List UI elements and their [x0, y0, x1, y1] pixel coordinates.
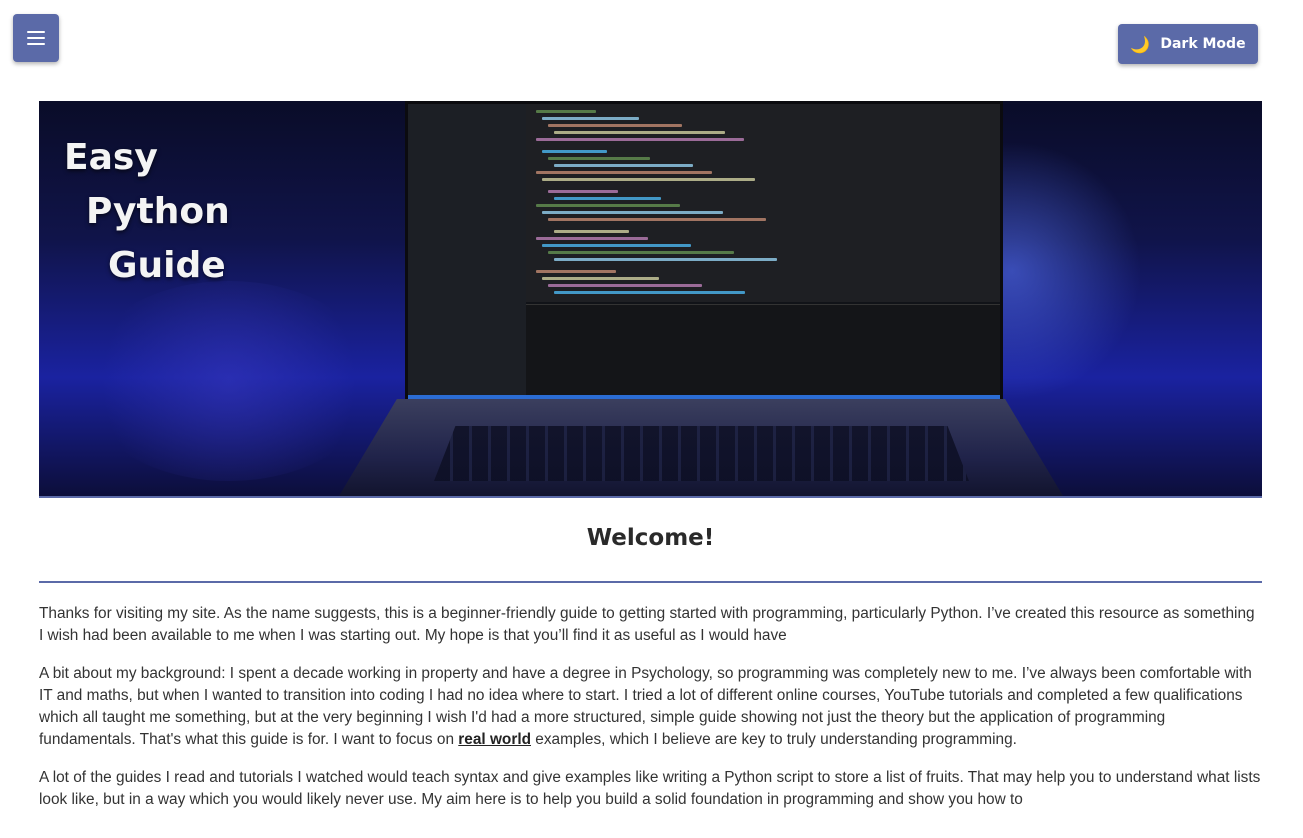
- laptop-keyboard-image: [434, 426, 969, 481]
- dark-mode-button[interactable]: 🌙 Dark Mode: [1118, 24, 1258, 64]
- code-line-decoration: [536, 110, 596, 113]
- hamburger-menu-icon: [27, 30, 45, 46]
- code-line-decoration: [536, 270, 616, 273]
- dark-mode-label: Dark Mode: [1160, 36, 1246, 52]
- code-line-decoration: [542, 178, 755, 181]
- code-line-decoration: [554, 230, 629, 233]
- code-line-decoration: [542, 244, 691, 247]
- intro-paragraph: Thanks for visiting my site. As the name…: [39, 605, 1255, 644]
- code-line-decoration: [536, 171, 712, 174]
- hero-title: Easy Python Guide: [64, 131, 230, 293]
- heading-divider: [39, 581, 1262, 583]
- code-line-decoration: [554, 131, 725, 134]
- hero-banner: Easy Python Guide: [39, 101, 1262, 498]
- main-content: Thanks for visiting my site. As the name…: [39, 603, 1262, 827]
- code-line-decoration: [554, 291, 745, 294]
- code-line-decoration: [554, 258, 777, 261]
- real-world-link[interactable]: real world: [458, 731, 531, 748]
- code-line-decoration: [542, 150, 607, 153]
- hero-title-line: Easy: [64, 137, 158, 178]
- code-line-decoration: [548, 157, 650, 160]
- background-paragraph: A bit about my background: I spent a dec…: [39, 663, 1262, 751]
- code-line-decoration: [536, 237, 648, 240]
- code-line-decoration: [548, 284, 702, 287]
- code-line-decoration: [548, 124, 682, 127]
- code-line-decoration: [536, 138, 744, 141]
- menu-button[interactable]: [13, 14, 59, 62]
- page-heading: Welcome!: [586, 525, 715, 551]
- hero-light-glow-secondary: [79, 281, 379, 481]
- code-line-decoration: [548, 218, 766, 221]
- code-line-decoration: [542, 277, 659, 280]
- code-line-decoration: [542, 117, 639, 120]
- background-paragraph-text-end: examples, which I believe are key to tru…: [531, 731, 1017, 748]
- code-line-decoration: [548, 190, 618, 193]
- hero-title-line: Python: [86, 191, 230, 232]
- editor-code-area-image: [526, 104, 1000, 302]
- code-line-decoration: [542, 211, 723, 214]
- code-line-decoration: [548, 251, 734, 254]
- editor-sidebar-image: [408, 104, 526, 402]
- code-line-decoration: [554, 197, 661, 200]
- code-line-decoration: [536, 204, 680, 207]
- guides-paragraph: A lot of the guides I read and tutorials…: [39, 769, 1261, 808]
- moon-icon: 🌙: [1130, 34, 1151, 54]
- code-line-decoration: [554, 164, 693, 167]
- editor-terminal-image: [526, 304, 1000, 395]
- laptop-screen-image: [405, 101, 1003, 405]
- hero-title-line: Guide: [108, 245, 226, 286]
